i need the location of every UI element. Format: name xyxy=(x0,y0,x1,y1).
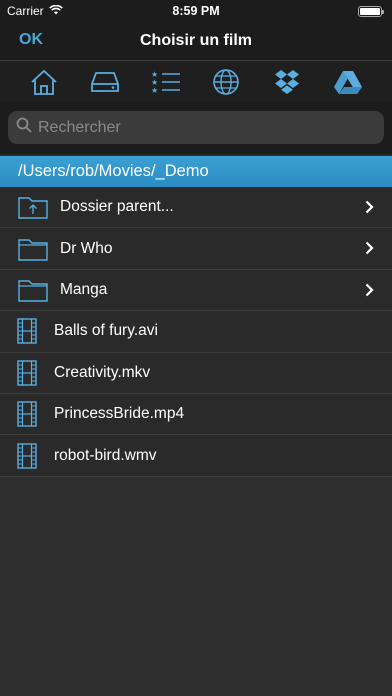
film-icon xyxy=(0,442,54,469)
navigation-bar: OK Choisir un film xyxy=(0,22,392,60)
chevron-right-icon xyxy=(365,283,374,302)
list-item-label: Dossier parent... xyxy=(60,198,174,216)
list-item-video[interactable]: PrincessBride.mp4 xyxy=(0,394,392,436)
empty-list-area xyxy=(0,477,392,696)
folder-icon xyxy=(0,278,60,302)
file-list: Dossier parent... Dr Who Manga Balls of … xyxy=(0,187,392,477)
list-item-label: robot-bird.wmv xyxy=(54,446,157,464)
page-title: Choisir un film xyxy=(140,32,252,49)
home-icon[interactable] xyxy=(26,64,62,100)
current-path: /Users/rob/Movies/_Demo xyxy=(0,156,392,187)
battery-icon xyxy=(358,5,384,17)
folder-icon xyxy=(0,237,60,261)
list-item-folder[interactable]: Manga xyxy=(0,270,392,312)
list-item-folder[interactable]: Dr Who xyxy=(0,228,392,270)
ok-button[interactable]: OK xyxy=(19,31,43,49)
list-item-label: Balls of fury.avi xyxy=(54,322,158,340)
list-item-video[interactable]: robot-bird.wmv xyxy=(0,435,392,477)
list-item-video[interactable]: Creativity.mkv xyxy=(0,353,392,394)
chevron-right-icon xyxy=(365,200,374,219)
parent-folder-icon xyxy=(0,195,60,219)
search-input[interactable] xyxy=(38,118,358,137)
google-drive-icon[interactable] xyxy=(330,64,366,100)
chevron-right-icon xyxy=(365,241,374,260)
list-item-video[interactable]: Balls of fury.avi xyxy=(0,311,392,353)
list-item-label: Manga xyxy=(60,280,108,298)
search-icon xyxy=(16,117,32,138)
list-item-label: Creativity.mkv xyxy=(54,363,151,381)
search-area xyxy=(0,102,392,154)
globe-icon[interactable] xyxy=(208,64,244,100)
wifi-icon xyxy=(48,4,63,18)
film-icon xyxy=(0,360,54,386)
list-item-label: PrincessBride.mp4 xyxy=(54,405,185,423)
source-toolbar: ★ ★ ★ xyxy=(0,60,392,102)
film-icon xyxy=(0,318,54,345)
star-list-icon[interactable]: ★ ★ ★ xyxy=(148,64,184,100)
hard-drive-icon[interactable] xyxy=(87,64,123,100)
svg-text:★: ★ xyxy=(151,86,158,94)
search-field[interactable] xyxy=(8,111,384,144)
list-item-parent-folder[interactable]: Dossier parent... xyxy=(0,187,392,229)
dropbox-icon[interactable] xyxy=(269,64,305,100)
film-icon xyxy=(0,401,54,427)
status-bar: Carrier 8:59 PM xyxy=(0,0,392,22)
carrier-label: Carrier xyxy=(7,4,44,18)
list-item-label: Dr Who xyxy=(60,239,113,257)
